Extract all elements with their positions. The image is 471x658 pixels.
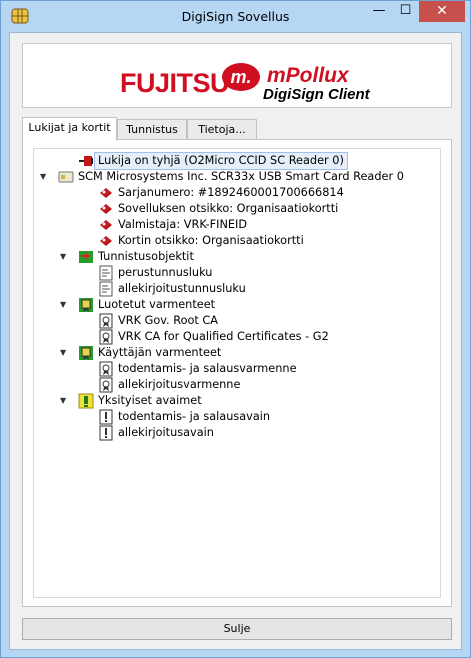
title-bar[interactable]: DigiSign Sovellus — ☐ ✕ (1, 1, 470, 32)
tree-node-label: Sarjanumero: #1892460001700666814 (118, 186, 344, 199)
tree-node-label: allekirjoitustunnusluku (118, 282, 246, 295)
fujitsu-logo: FUJITSU (120, 68, 230, 98)
mark-letter: m. (230, 67, 251, 87)
tree-node-label: VRK Gov. Root CA (118, 314, 219, 327)
property-icon (100, 204, 112, 214)
maximize-button[interactable]: ☐ (392, 1, 419, 22)
property-icon (100, 236, 112, 246)
pin-object-icon (99, 265, 113, 281)
tab-authentication[interactable]: Tunnistus (117, 119, 187, 140)
tree-node-label: allekirjoitusvarmenne (118, 378, 241, 391)
auth-objects-folder-icon (79, 251, 93, 263)
client-area: FUJITSU m. mPollux DigiSign Client Lukij… (9, 32, 462, 650)
close-window-button[interactable]: ✕ (419, 1, 465, 22)
certificate-icon (99, 377, 113, 393)
minimize-button[interactable]: — (366, 1, 392, 22)
tree-node-label: Kortin otsikko: Organisaatiokortti (118, 234, 304, 247)
expand-toggle-icon[interactable]: ▼ (40, 169, 50, 185)
reader-card-tree[interactable]: Lukija on tyhjä (O2Micro CCID SC Reader … (33, 148, 441, 598)
expand-toggle-icon[interactable]: ▼ (60, 393, 70, 409)
tree-node-label: Luotetut varmenteet (98, 298, 216, 311)
tree-node-label: SCM Microsystems Inc. SCR33x USB Smart C… (78, 170, 404, 183)
certificate-icon (99, 361, 113, 377)
tab-readers-and-cards[interactable]: Lukijat ja kortit (22, 117, 117, 141)
empty-reader-icon (79, 156, 93, 166)
close-button[interactable]: Sulje (22, 618, 452, 640)
tab-panel-readers: Lukija on tyhjä (O2Micro CCID SC Reader … (22, 139, 452, 607)
private-keys-folder-icon (78, 393, 94, 409)
tree-node-label: Yksityiset avaimet (98, 394, 202, 407)
tree-node-label: allekirjoitusavain (118, 426, 214, 439)
tree-node-label: todentamis- ja salausvarmenne (118, 362, 297, 375)
tree-node-label: Sovelluksen otsikko: Organisaatiokortti (118, 202, 339, 215)
private-key-icon (99, 409, 113, 425)
tree-node-label: todentamis- ja salausavain (118, 410, 271, 423)
pin-object-icon (99, 281, 113, 297)
property-icon (100, 188, 112, 198)
user-certs-folder-icon (79, 346, 93, 360)
trusted-certs-folder-icon (79, 298, 93, 312)
expand-toggle-icon[interactable]: ▼ (60, 249, 70, 265)
tree-node-label: VRK CA for Qualified Certificates - G2 (118, 330, 329, 343)
private-key-icon (99, 425, 113, 441)
tree-node-label: Käyttäjän varmenteet (98, 346, 222, 359)
expand-toggle-icon[interactable]: ▼ (60, 297, 70, 313)
product-subtitle: DigiSign Client (263, 86, 370, 103)
property-icon (100, 220, 112, 230)
tab-about[interactable]: Tietoja... (187, 119, 257, 140)
brand-banner: FUJITSU m. mPollux DigiSign Client (22, 43, 452, 108)
mpollux-mark-logo: m. (222, 63, 260, 91)
certificate-icon (99, 313, 113, 329)
tree-node-label: perustunnusluku (118, 266, 213, 279)
tree-node-label: Lukija on tyhjä (O2Micro CCID SC Reader … (94, 152, 348, 170)
tree-node-label: Tunnistusobjektit (98, 250, 194, 263)
certificate-icon (99, 329, 113, 345)
product-name: mPollux (267, 64, 349, 87)
tree-node-label: Valmistaja: VRK-FINEID (118, 218, 248, 231)
application-window: DigiSign Sovellus — ☐ ✕ FUJITSU m. mPoll… (0, 0, 471, 658)
expand-toggle-icon[interactable]: ▼ (60, 345, 70, 361)
card-reader-icon (58, 171, 74, 183)
